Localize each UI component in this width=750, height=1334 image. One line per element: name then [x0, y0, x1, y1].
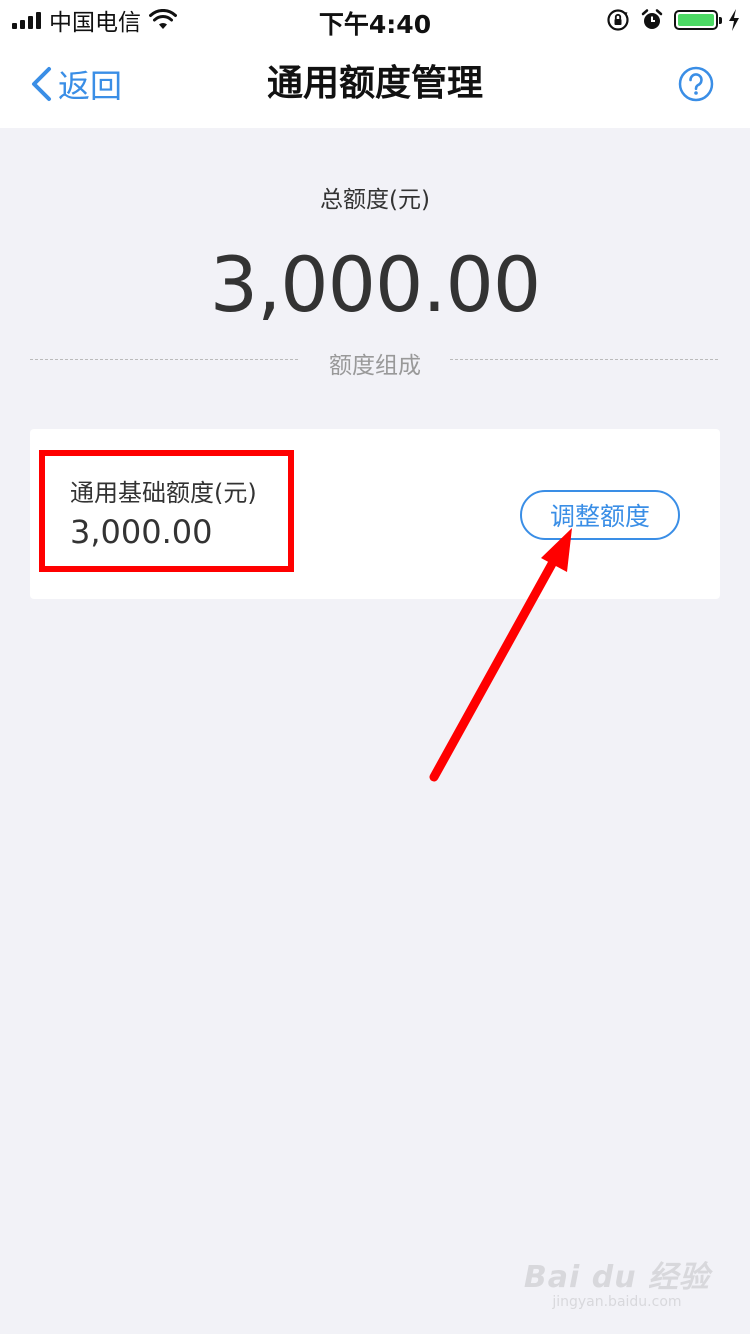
charging-icon	[729, 9, 739, 31]
watermark-url: jingyan.baidu.com	[552, 1294, 682, 1310]
battery-fill	[678, 14, 714, 26]
adjust-limit-button[interactable]: 调整额度	[520, 490, 680, 540]
nav-bar: 返回 通用额度管理	[0, 40, 750, 128]
status-bar: 中国电信 下午4:40	[0, 0, 750, 40]
total-limit-value: 3,000.00	[209, 240, 541, 329]
total-limit-label: 总额度(元)	[320, 187, 430, 213]
watermark: Bai du 经验 jingyan.baidu.com	[524, 1252, 710, 1310]
help-icon[interactable]	[678, 66, 714, 102]
orientation-lock-icon	[607, 9, 629, 31]
alarm-icon	[641, 9, 663, 29]
watermark-logo: Bai du 经验	[523, 1260, 710, 1295]
annotation-highlight-box	[39, 450, 294, 572]
battery-icon	[674, 10, 722, 30]
divider-right	[450, 359, 718, 360]
page-title: 通用额度管理	[266, 63, 483, 104]
limit-composition-label: 额度组成	[329, 353, 421, 379]
